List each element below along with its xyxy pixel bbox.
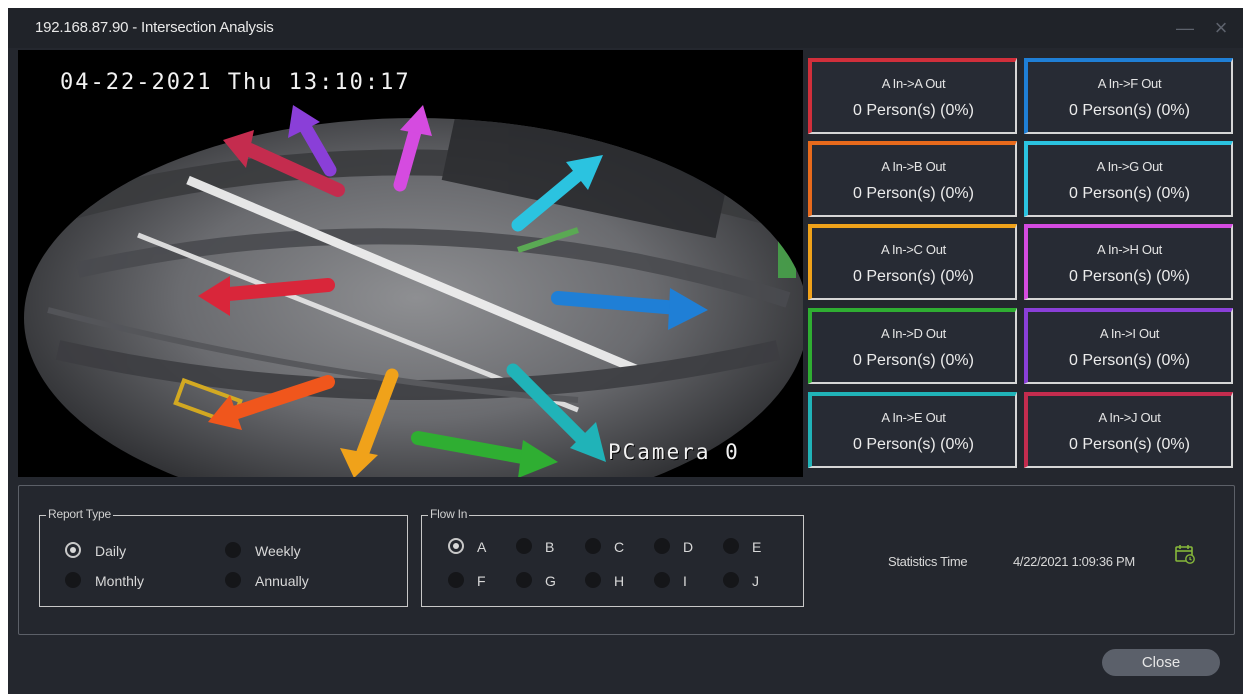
radio-flow-b[interactable] [516, 538, 532, 554]
tile-count: 0 Person(s) (0%) [1069, 352, 1190, 369]
tile-a-to-c: A In->C Out 0 Person(s) (0%) [808, 224, 1017, 300]
tile-a-to-j: A In->J Out 0 Person(s) (0%) [1024, 392, 1233, 468]
camera-name-label: PCamera 0 [608, 440, 740, 464]
tile-a-to-g: A In->G Out 0 Person(s) (0%) [1024, 141, 1233, 217]
radio-flow-d-label[interactable]: D [683, 539, 693, 555]
flow-count-tiles: A In->A Out 0 Person(s) (0%) A In->F Out… [808, 58, 1238, 478]
radio-flow-f[interactable] [448, 572, 464, 588]
radio-monthly-label[interactable]: Monthly [95, 573, 144, 589]
arrow-f-blue [551, 291, 685, 315]
statistics-time-label: Statistics Time [888, 554, 968, 569]
tile-count: 0 Person(s) (0%) [1069, 102, 1190, 119]
radio-flow-h-label[interactable]: H [614, 573, 624, 589]
radio-flow-i[interactable] [654, 572, 670, 588]
close-button[interactable]: Close [1102, 649, 1220, 676]
minimize-button[interactable]: — [1175, 18, 1195, 38]
statistics-time-value: 4/22/2021 1:09:36 PM [1013, 554, 1135, 569]
radio-annually[interactable] [225, 572, 241, 588]
radio-flow-g[interactable] [516, 572, 532, 588]
tile-count: 0 Person(s) (0%) [1069, 268, 1190, 285]
radio-flow-d[interactable] [654, 538, 670, 554]
radio-daily[interactable] [65, 542, 81, 558]
report-type-group: Report Type Daily Weekly Monthly Annuall… [39, 507, 408, 607]
tile-label: A In->J Out [1098, 410, 1161, 425]
title-bar: 192.168.87.90 - Intersection Analysis — … [8, 8, 1243, 48]
tile-label: A In->G Out [1096, 159, 1163, 174]
tile-count: 0 Person(s) (0%) [1069, 436, 1190, 453]
camera-view: 04-22-2021 Thu 13:10:17 PCamera 0 [18, 50, 803, 477]
tile-label: A In->B Out [881, 159, 946, 174]
tile-a-to-h: A In->H Out 0 Person(s) (0%) [1024, 224, 1233, 300]
flow-in-group: Flow In A B C D E F G H I J [421, 507, 804, 607]
tile-label: A In->I Out [1099, 326, 1160, 341]
radio-daily-label[interactable]: Daily [95, 543, 126, 559]
radio-flow-j-label[interactable]: J [752, 573, 759, 589]
radio-annually-label[interactable]: Annually [255, 573, 309, 589]
tile-count: 0 Person(s) (0%) [853, 268, 974, 285]
tile-a-to-e: A In->E Out 0 Person(s) (0%) [808, 392, 1017, 468]
tile-count: 0 Person(s) (0%) [853, 185, 974, 202]
tile-count: 0 Person(s) (0%) [853, 352, 974, 369]
report-type-title: Report Type [46, 507, 113, 521]
radio-flow-i-label[interactable]: I [683, 573, 687, 589]
radio-flow-e-label[interactable]: E [752, 539, 761, 555]
flow-in-title: Flow In [428, 507, 470, 521]
radio-flow-j[interactable] [723, 572, 739, 588]
radio-flow-a-label[interactable]: A [477, 539, 486, 555]
tile-label: A In->A Out [881, 76, 946, 91]
tile-count: 0 Person(s) (0%) [853, 436, 974, 453]
arrow-a-red [211, 278, 335, 302]
radio-flow-e[interactable] [723, 538, 739, 554]
tile-label: A In->H Out [1097, 242, 1162, 257]
radio-flow-b-label[interactable]: B [545, 539, 554, 555]
radio-flow-h[interactable] [585, 572, 601, 588]
tile-label: A In->D Out [881, 326, 946, 341]
tile-a-to-d: A In->D Out 0 Person(s) (0%) [808, 308, 1017, 384]
tile-count: 0 Person(s) (0%) [853, 102, 974, 119]
fisheye-image [24, 105, 803, 477]
tile-a-to-i: A In->I Out 0 Person(s) (0%) [1024, 308, 1233, 384]
radio-flow-f-label[interactable]: F [477, 573, 486, 589]
tile-a-to-f: A In->F Out 0 Person(s) (0%) [1024, 58, 1233, 134]
radio-monthly[interactable] [65, 572, 81, 588]
radio-weekly-label[interactable]: Weekly [255, 543, 301, 559]
window-close-icon[interactable]: × [1211, 17, 1231, 39]
calendar-icon[interactable] [1174, 543, 1196, 565]
tile-label: A In->C Out [881, 242, 946, 257]
tile-a-to-b: A In->B Out 0 Person(s) (0%) [808, 141, 1017, 217]
camera-timestamp: 04-22-2021 Thu 13:10:17 [60, 70, 411, 95]
tile-label: A In->F Out [1097, 76, 1162, 91]
tile-label: A In->E Out [881, 410, 946, 425]
tile-a-to-a: A In->A Out 0 Person(s) (0%) [808, 58, 1017, 134]
radio-flow-c-label[interactable]: C [614, 539, 624, 555]
radio-flow-a[interactable] [448, 538, 464, 554]
radio-flow-g-label[interactable]: G [545, 573, 556, 589]
radio-flow-c[interactable] [585, 538, 601, 554]
window-title: 192.168.87.90 - Intersection Analysis [35, 19, 274, 36]
tile-count: 0 Person(s) (0%) [1069, 185, 1190, 202]
radio-weekly[interactable] [225, 542, 241, 558]
intersection-analysis-window: 192.168.87.90 - Intersection Analysis — … [8, 8, 1243, 694]
